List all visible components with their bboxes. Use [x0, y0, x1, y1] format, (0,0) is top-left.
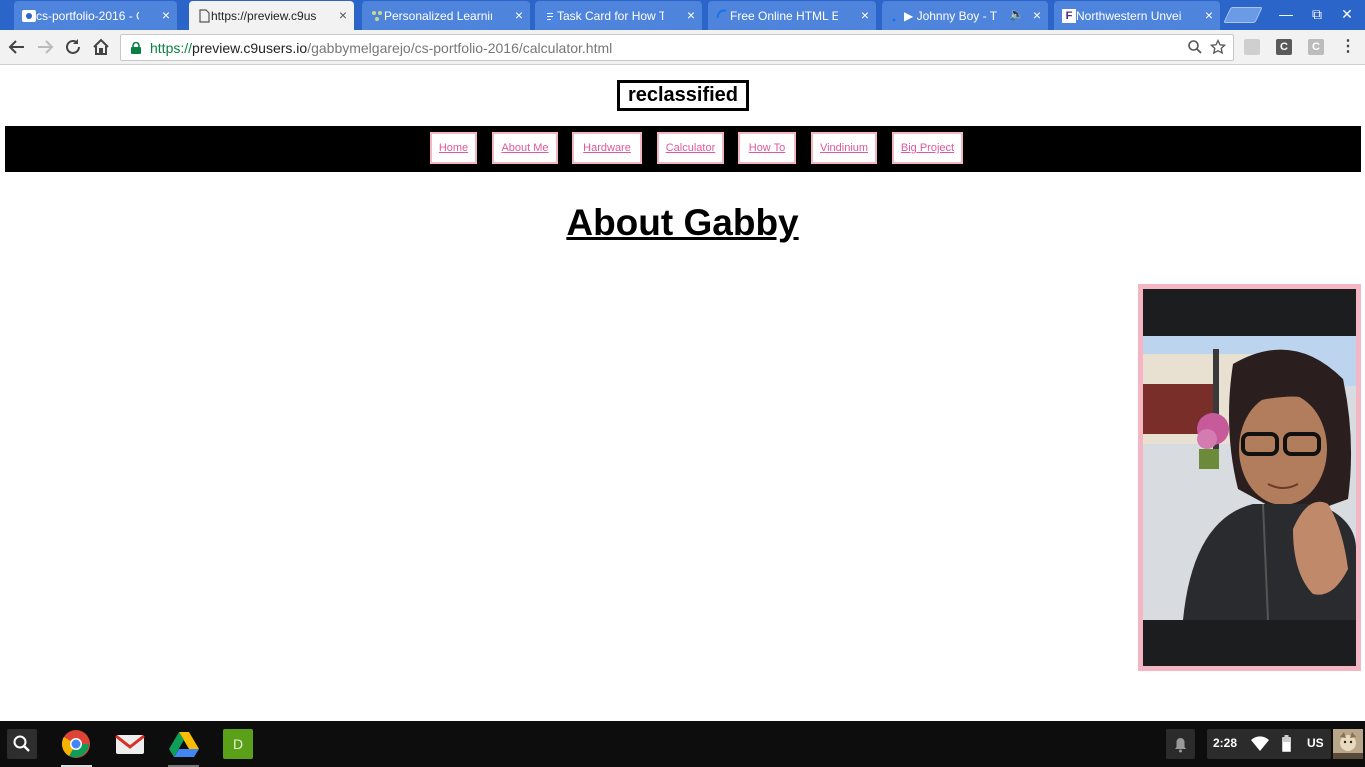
restore-icon[interactable]: ⧉ — [1307, 5, 1327, 23]
back-arrow-icon[interactable] — [6, 36, 28, 58]
nav-link-big-project[interactable]: Big Project — [892, 132, 963, 164]
os-shelf: D 2:28 US — [0, 721, 1365, 767]
forward-arrow-icon[interactable] — [34, 36, 56, 58]
status-area[interactable]: 2:28 US — [1207, 729, 1331, 759]
tab-task-card[interactable]: Task Card for How To × — [535, 1, 702, 30]
loading-icon — [890, 9, 904, 23]
browser-window: cs-portfolio-2016 - Cl × https://preview… — [0, 0, 1365, 721]
f-icon: F — [1062, 9, 1076, 23]
page-icon — [197, 9, 211, 23]
profile-photo — [1138, 284, 1361, 671]
close-tab-icon[interactable]: × — [861, 7, 869, 23]
page-content: reclassified Home About Me Hardware Calc… — [0, 66, 1365, 721]
site-brand: reclassified — [617, 80, 749, 111]
chrome-icon[interactable] — [61, 729, 91, 759]
extension-c-dark-icon[interactable]: C — [1276, 39, 1292, 55]
tab-free-online-html[interactable]: Free Online HTML Es × — [708, 1, 876, 30]
close-tab-icon[interactable]: × — [162, 7, 170, 23]
close-tab-icon[interactable]: × — [1205, 7, 1213, 23]
tab-johnny-boy[interactable]: ▶ Johnny Boy - T 🔈 × — [882, 1, 1048, 30]
avatar[interactable] — [1333, 729, 1363, 759]
d-app-icon[interactable]: D — [223, 729, 253, 759]
tab-personalized-learning[interactable]: Personalized Learnin × — [362, 1, 530, 30]
tab-title: Free Online HTML Es — [730, 8, 838, 23]
extension-c-light-icon[interactable]: C — [1308, 39, 1324, 55]
menu-kebab-icon[interactable]: ⋮ — [1337, 36, 1359, 58]
close-tab-icon[interactable]: × — [1033, 7, 1041, 23]
launcher-search-icon[interactable] — [7, 729, 37, 759]
browser-toolbar: https://preview.c9users.io/gabbymelgarej… — [0, 30, 1365, 65]
reload-icon[interactable] — [62, 36, 84, 58]
home-icon[interactable] — [90, 36, 112, 58]
wifi-icon — [1251, 736, 1269, 754]
url-text: https://preview.c9users.io/gabbymelgarej… — [150, 40, 613, 56]
docs-icon — [543, 9, 557, 23]
nav-link-calculator[interactable]: Calculator — [657, 132, 724, 164]
tab-strip: cs-portfolio-2016 - Cl × https://preview… — [0, 0, 1365, 31]
page-title: About Gabby — [566, 202, 799, 243]
audio-playing-icon[interactable]: 🔈 — [1009, 7, 1024, 21]
tab-title: Task Card for How To — [557, 8, 664, 23]
loading-icon — [716, 9, 730, 23]
close-tab-icon[interactable]: × — [339, 7, 347, 23]
lock-icon — [130, 41, 142, 54]
tab-title: ▶ Johnny Boy - T — [904, 8, 998, 23]
address-bar[interactable]: https://preview.c9users.io/gabbymelgarej… — [120, 34, 1234, 61]
tab-title: Personalized Learnin — [384, 8, 492, 23]
battery-icon — [1282, 735, 1291, 755]
nav-link-about-me[interactable]: About Me — [492, 132, 558, 164]
notification-bell-icon[interactable] — [1166, 729, 1195, 759]
input-method: US — [1307, 736, 1324, 750]
pattern-icon — [370, 9, 384, 23]
zoom-icon[interactable] — [1187, 39, 1203, 59]
drive-icon[interactable] — [169, 729, 199, 759]
tab-preview[interactable]: https://preview.c9use × — [189, 1, 354, 31]
tab-cs-portfolio[interactable]: cs-portfolio-2016 - Cl × — [14, 1, 177, 30]
extension-1-icon[interactable] — [1244, 39, 1260, 55]
clock-time: 2:28 — [1213, 736, 1238, 750]
site-nav: Home About Me Hardware Calculator How To… — [5, 126, 1361, 172]
tab-title: Northwestern Unveil — [1076, 8, 1182, 23]
new-tab-button[interactable] — [1223, 7, 1263, 23]
tab-title: https://preview.c9use — [211, 9, 316, 23]
nav-link-hardware[interactable]: Hardware — [572, 132, 642, 164]
nav-link-vindinium[interactable]: Vindinium — [811, 132, 877, 164]
gmail-icon[interactable] — [115, 729, 145, 759]
minimize-icon[interactable]: — — [1276, 5, 1296, 23]
eye-icon — [22, 9, 36, 23]
nav-link-how-to[interactable]: How To — [738, 132, 796, 164]
nav-link-home[interactable]: Home — [430, 132, 477, 164]
close-tab-icon[interactable]: × — [687, 7, 695, 23]
bookmark-star-icon[interactable] — [1209, 38, 1227, 59]
tab-northwestern[interactable]: F Northwestern Unveil × — [1054, 1, 1220, 30]
close-window-icon[interactable]: ✕ — [1337, 5, 1357, 23]
tab-title: cs-portfolio-2016 - Cl — [36, 8, 139, 23]
close-tab-icon[interactable]: × — [515, 7, 523, 23]
